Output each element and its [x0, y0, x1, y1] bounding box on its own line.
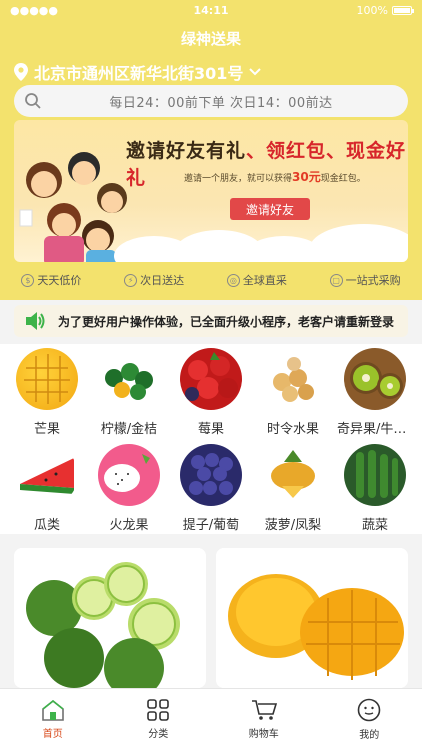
- location-pin-icon: [14, 63, 28, 81]
- home-icon: [41, 699, 64, 721]
- location-address: 北京市通州区新华北街301号: [34, 64, 244, 83]
- box-icon: ▢: [329, 273, 343, 287]
- category-item-vegetable[interactable]: 蔬菜: [337, 444, 413, 533]
- search-icon: [25, 93, 41, 109]
- category-row: 芒果 柠檬/金桔 莓果 时令水果 奇异果/牛油果: [0, 348, 422, 437]
- melon-icon: [16, 444, 78, 506]
- vegetable-icon: [344, 444, 406, 506]
- category-row: 瓜类 火龙果 提子/葡萄 菠萝/凤梨 蔬菜: [0, 444, 422, 533]
- dragonfruit-icon: [98, 444, 160, 506]
- app-title: 绿神送果: [180, 30, 241, 48]
- category-item-seasonal[interactable]: 时令水果: [255, 348, 331, 437]
- tab-profile[interactable]: 我的: [334, 689, 404, 750]
- grid-icon: [147, 699, 170, 721]
- chevron-down-icon: [249, 68, 262, 76]
- tab-category[interactable]: 分类: [123, 689, 193, 750]
- seasonal-fruit-icon: [262, 348, 324, 410]
- category-item-lemon[interactable]: 柠檬/金桔: [91, 348, 167, 437]
- banner-subtitle: 邀请一个朋友，就可以获得30元现金红包。: [184, 170, 366, 184]
- category-item-pineapple[interactable]: 菠萝/凤梨: [255, 444, 331, 533]
- battery-percent: 100%: [356, 4, 388, 17]
- tab-home[interactable]: 首页: [18, 689, 88, 750]
- lemon-icon: [98, 348, 160, 410]
- feature-item: $ 天天低价: [21, 270, 81, 290]
- berry-icon: [180, 348, 242, 410]
- tag-icon: $: [21, 273, 35, 287]
- status-bar: ●●●●● 14:11 100%: [0, 0, 422, 22]
- product-card-mango[interactable]: [216, 548, 408, 688]
- product-cards: [14, 548, 408, 688]
- notice-bar[interactable]: 为了更好用户操作体验，已全面升级小程序，老客户请重新登录: [14, 305, 408, 337]
- invite-banner[interactable]: 邀请好友有礼、领红包、现金好礼 邀请一个朋友，就可以获得30元现金红包。 邀请好…: [14, 120, 408, 262]
- globe-icon: ◎: [226, 273, 240, 287]
- feature-item: ▢ 一站式采购: [329, 270, 401, 290]
- feature-item: ⚡ 次日送达: [124, 270, 184, 290]
- location-selector[interactable]: 北京市通州区新华北街301号: [14, 60, 262, 84]
- category-item-grape[interactable]: 提子/葡萄: [173, 444, 249, 533]
- search-bar[interactable]: 每日24：00前下单 次日14：00前达: [14, 85, 408, 117]
- tab-cart[interactable]: 购物车: [229, 689, 299, 750]
- lightning-icon: ⚡: [124, 273, 138, 287]
- lime-image: [14, 548, 206, 688]
- category-item-mango[interactable]: 芒果: [9, 348, 85, 437]
- pineapple-icon: [262, 444, 324, 506]
- face-icon: [357, 698, 381, 722]
- battery: 100%: [356, 4, 414, 17]
- notice-text: 为了更好用户操作体验，已全面升级小程序，老客户请重新登录: [58, 314, 395, 329]
- feature-item: ◎ 全球直采: [226, 270, 287, 290]
- battery-icon: [392, 6, 414, 15]
- feature-strip: $ 天天低价 ⚡ 次日送达 ◎ 全球直采 ▢ 一站式采购: [0, 270, 422, 290]
- search-placeholder: 每日24：00前下单 次日14：00前达: [109, 95, 333, 111]
- bottom-tab-bar: 首页 分类 购物车 我的: [0, 688, 422, 750]
- grape-icon: [180, 444, 242, 506]
- invite-friends-button[interactable]: 邀请好友: [230, 198, 310, 220]
- category-item-kiwi[interactable]: 奇异果/牛油果: [337, 348, 413, 437]
- mango-icon: [16, 348, 78, 410]
- category-item-dragonfruit[interactable]: 火龙果: [91, 444, 167, 533]
- kiwi-icon: [344, 348, 406, 410]
- mango-image: [216, 548, 408, 688]
- category-item-melon[interactable]: 瓜类: [9, 444, 85, 533]
- category-grid: 芒果 柠檬/金桔 莓果 时令水果 奇异果/牛油果 瓜类 火龙果 提子/葡萄 菠萝…: [0, 344, 422, 534]
- kids-illustration: [19, 152, 127, 262]
- category-item-berry[interactable]: 莓果: [173, 348, 249, 437]
- cloud-decoration: [309, 224, 408, 262]
- speaker-icon: [26, 312, 45, 330]
- product-card-lime[interactable]: [14, 548, 206, 688]
- cart-icon: [251, 700, 277, 720]
